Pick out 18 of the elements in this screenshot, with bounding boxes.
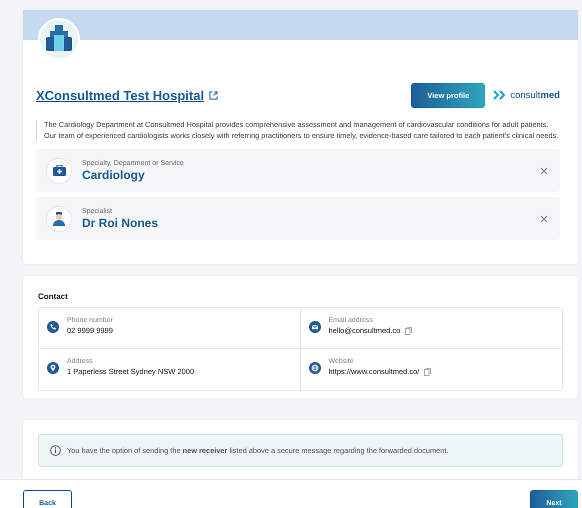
- section-title: Contact: [38, 292, 69, 301]
- external-link-icon: [209, 90, 218, 100]
- hospital-icon: [46, 25, 72, 53]
- medical-kit-icon: [52, 165, 66, 176]
- info-icon: [50, 445, 61, 456]
- field-value: Dr Roi Nones: [82, 216, 160, 230]
- copy-icon[interactable]: [424, 368, 432, 376]
- phone-icon: [47, 321, 59, 333]
- map-pin-icon: [47, 362, 59, 374]
- hospital-name-link[interactable]: XConsultmed Test Hospital: [36, 88, 204, 102]
- envelope-icon: [308, 321, 320, 333]
- close-button[interactable]: [538, 212, 550, 224]
- doctor-icon: [53, 212, 65, 226]
- consultmed-logo: consultmed: [493, 90, 560, 100]
- close-button[interactable]: [538, 164, 550, 176]
- copy-icon[interactable]: [405, 326, 412, 334]
- field-value: Cardiology: [82, 168, 146, 182]
- globe-icon: [308, 362, 320, 374]
